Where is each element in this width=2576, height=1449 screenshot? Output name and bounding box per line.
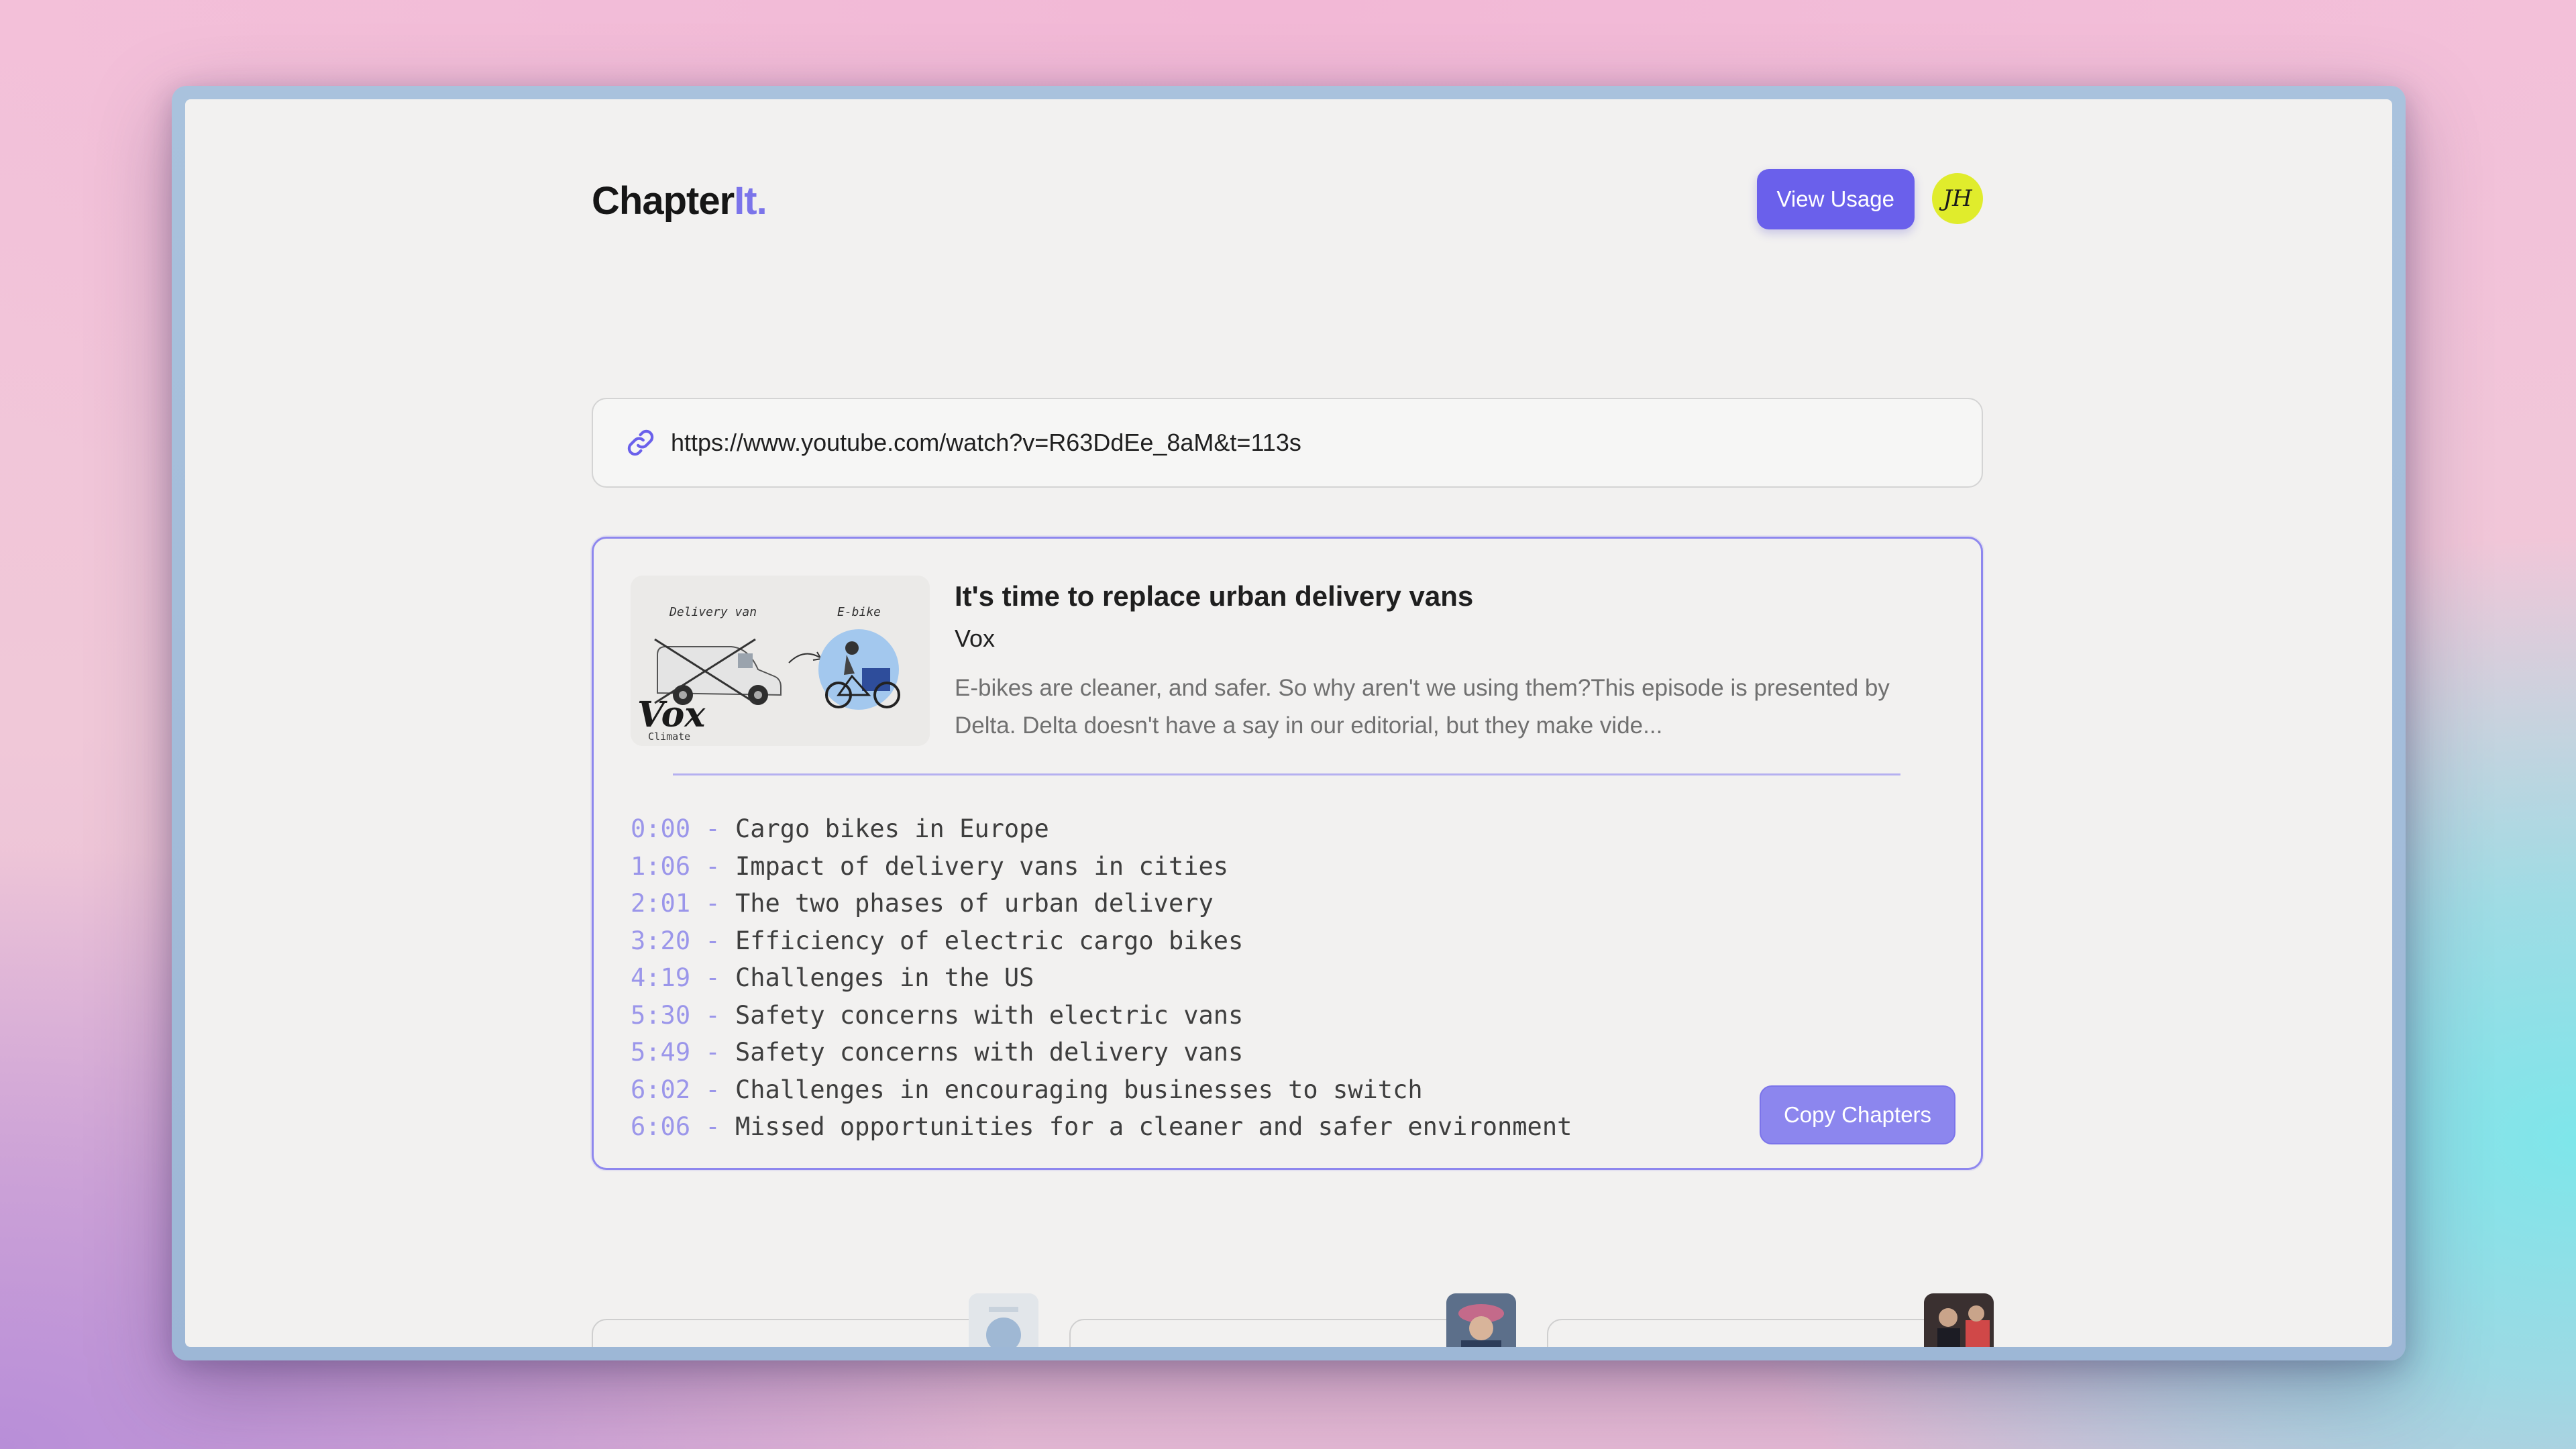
chapter-item: 5:49 - Safety concerns with delivery van… (631, 1038, 1244, 1067)
thumb-brand: Vox (637, 694, 706, 735)
divider (673, 773, 1900, 775)
url-field[interactable] (592, 398, 1983, 488)
logo-main: Chapter (592, 179, 735, 223)
recent-video-card[interactable] (1547, 1319, 1983, 1347)
chapter-item: 3:20 - Efficiency of electric cargo bike… (631, 926, 1244, 955)
chapter-list: 0:00 - Cargo bikes in Europe 1:06 - Impa… (631, 810, 1572, 1146)
link-icon (627, 429, 654, 456)
chapter-item: 4:19 - Challenges in the US (631, 963, 1034, 992)
thumb-brand-sub: Climate (648, 731, 690, 743)
chapter-item: 2:01 - The two phases of urban delivery (631, 889, 1214, 918)
video-title: It's time to replace urban delivery vans (955, 580, 1474, 612)
recent-video-thumbnail[interactable] (1924, 1293, 1994, 1347)
copy-chapters-button[interactable]: Copy Chapters (1760, 1085, 1955, 1144)
recent-video-thumbnail[interactable] (969, 1293, 1038, 1347)
chapter-item: 5:30 - Safety concerns with electric van… (631, 1000, 1244, 1030)
chapter-item: 1:06 - Impact of delivery vans in cities (631, 851, 1229, 881)
video-chapters-card: Delivery van E-bike Vox Climate It's tim… (592, 537, 1983, 1170)
logo-accent: It. (734, 179, 767, 223)
recent-video-card[interactable] (1069, 1319, 1505, 1347)
video-description: E-bikes are cleaner, and safer. So why a… (955, 675, 1890, 739)
browser-window-frame: ChapterIt. View Usage JH Delivery van E (172, 86, 2406, 1360)
thumb-label-van: Delivery van (669, 605, 757, 619)
main-content: ChapterIt. View Usage JH Delivery van E (592, 99, 1994, 1347)
thumb-label-ebike: E-bike (837, 605, 881, 619)
url-input[interactable] (671, 429, 1945, 457)
header: ChapterIt. View Usage JH (592, 166, 1983, 233)
chapter-item: 6:06 - Missed opportunities for a cleane… (631, 1112, 1572, 1141)
view-usage-button[interactable]: View Usage (1756, 169, 1915, 229)
user-avatar[interactable]: JH (1932, 173, 1983, 224)
chapter-item: 6:02 - Challenges in encouraging busines… (631, 1075, 1423, 1104)
video-channel: Vox (955, 625, 996, 652)
recent-video-card[interactable] (592, 1319, 1028, 1347)
recent-video-thumbnail[interactable] (1446, 1293, 1516, 1347)
video-thumbnail[interactable]: Delivery van E-bike Vox Climate (631, 576, 930, 746)
chapter-item: 0:00 - Cargo bikes in Europe (631, 814, 1049, 843)
app-logo[interactable]: ChapterIt. (592, 178, 767, 223)
app-window: ChapterIt. View Usage JH Delivery van E (185, 99, 2392, 1347)
